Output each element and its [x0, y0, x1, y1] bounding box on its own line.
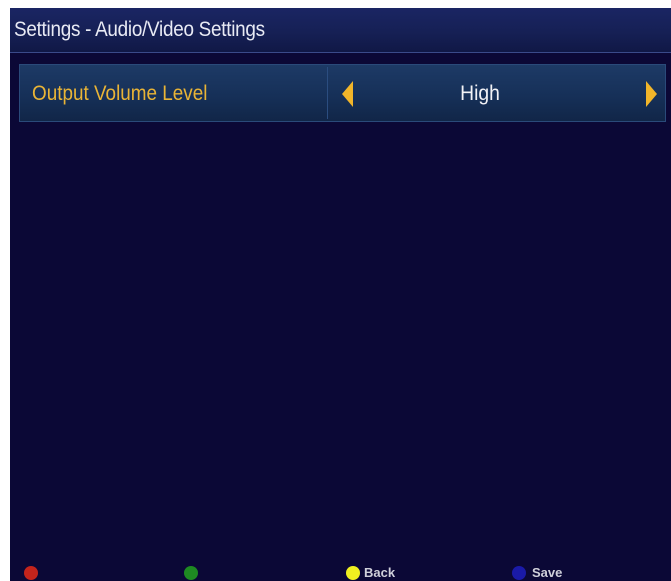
arrow-left-icon[interactable]	[342, 81, 353, 107]
setting-row-output-volume[interactable]: Output Volume Level High	[19, 64, 666, 122]
back-key-label[interactable]: Back	[364, 565, 395, 580]
footer-key-bar: Back Save	[10, 563, 671, 581]
settings-screen: Settings - Audio/Video Settings Output V…	[10, 8, 671, 581]
page-title: Settings - Audio/Video Settings	[14, 18, 265, 41]
title-bar: Settings - Audio/Video Settings	[10, 8, 671, 53]
green-key-icon[interactable]	[184, 566, 198, 580]
yellow-key-icon[interactable]	[346, 566, 360, 580]
red-key-icon[interactable]	[24, 566, 38, 580]
setting-value[interactable]: High	[460, 82, 500, 106]
setting-label: Output Volume Level	[32, 82, 208, 105]
blue-key-icon[interactable]	[512, 566, 526, 580]
save-key-label[interactable]: Save	[532, 565, 562, 580]
arrow-right-icon[interactable]	[646, 81, 657, 107]
value-divider	[327, 67, 328, 119]
